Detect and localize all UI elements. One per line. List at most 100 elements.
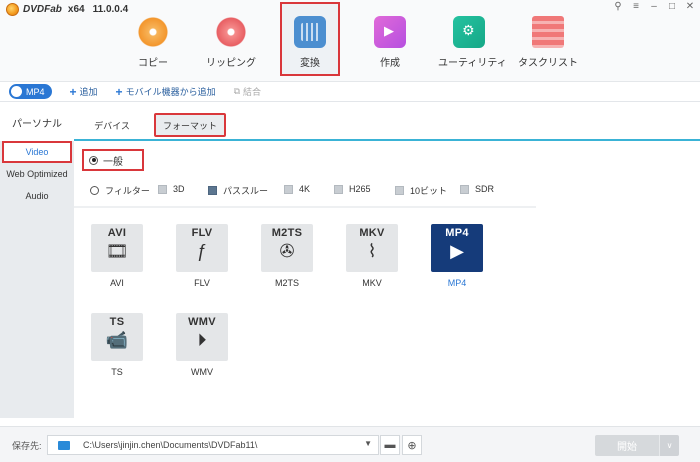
chevron-down-icon: ∨	[666, 441, 673, 450]
tab-device-label: デバイス	[94, 120, 130, 131]
filter-h265-checkbox[interactable]: H265	[334, 184, 371, 194]
add-from-mobile-label: モバイル機器から追加	[125, 87, 216, 97]
format-flv[interactable]: FLV ƒ FLV	[174, 224, 230, 288]
start-options-dropdown[interactable]: ∨	[659, 435, 679, 456]
dvdfab-logo-icon	[6, 3, 19, 16]
add-label: 追加	[79, 87, 98, 97]
format-tag: FLV	[191, 227, 213, 239]
checkbox[interactable]	[208, 186, 217, 195]
sidebar-item-web-optimized[interactable]: Web Optimized	[0, 163, 74, 185]
checkbox[interactable]	[284, 184, 293, 194]
sidebar-item-video[interactable]: Video	[2, 141, 72, 163]
filter-4k-label: 4K	[299, 184, 311, 194]
output-path: C:\Users\jinjin.chen\Documents\DVDFab11\	[83, 440, 258, 450]
add-button[interactable]: + 追加	[70, 85, 98, 99]
format-avi[interactable]: AVI 🎞 AVI	[89, 224, 145, 288]
right-panel	[536, 143, 700, 418]
start-label: 開始	[617, 442, 637, 453]
checkbox[interactable]	[395, 186, 404, 195]
filter-4k-checkbox[interactable]: 4K	[284, 184, 310, 194]
tab-personal[interactable]: パーソナル	[0, 103, 74, 141]
profile-selector[interactable]: MP4	[9, 84, 52, 99]
checkbox[interactable]	[460, 184, 469, 194]
mode-tasklist-button[interactable]: タスクリスト	[517, 8, 579, 78]
merge-icon: ⧉	[233, 86, 241, 96]
filter-label: フィルター	[105, 186, 150, 196]
creator-icon	[374, 16, 406, 48]
mode-converter-button[interactable]: 変換	[280, 2, 340, 76]
mode-copy-button[interactable]: コピー	[122, 8, 184, 78]
film-reel-icon: ✇	[279, 241, 295, 261]
filter-option[interactable]: フィルター	[90, 184, 150, 197]
pin-icon[interactable]: ⚲	[612, 1, 624, 12]
globe-icon: ⊕	[407, 439, 417, 452]
divider	[74, 206, 536, 208]
format-wmv[interactable]: WMV ⏵ WMV	[174, 313, 230, 377]
add-from-mobile-button[interactable]: + モバイル機器から追加	[116, 85, 216, 99]
save-location-web-button[interactable]: ⊕	[402, 435, 422, 455]
format-name: MKV	[362, 278, 382, 288]
checkbox[interactable]	[334, 184, 343, 194]
close-icon[interactable]: ✕	[684, 1, 696, 12]
quality-general-label: 一般	[103, 156, 123, 168]
format-tile: M2TS ✇	[261, 224, 313, 272]
chevron-down-icon[interactable]: ▼	[364, 439, 372, 448]
menu-icon[interactable]: ≡	[630, 1, 642, 12]
format-tile: AVI 🎞	[91, 224, 143, 272]
maximize-icon[interactable]: □	[666, 1, 678, 12]
tab-device[interactable]: デバイス	[88, 113, 136, 137]
mode-creator-button[interactable]: 作成	[359, 8, 421, 78]
radio-filter[interactable]	[90, 186, 99, 195]
window-controls: ⚲ ≡ – □ ✕	[612, 1, 696, 12]
sidebar-item-audio[interactable]: Audio	[0, 185, 74, 207]
play-circle-icon: ⏵	[197, 330, 207, 350]
checkbox[interactable]	[158, 184, 167, 194]
filter-3d-label: 3D	[173, 184, 185, 194]
mode-ripper-button[interactable]: リッピング	[200, 8, 262, 78]
format-m2ts[interactable]: M2TS ✇ M2TS	[259, 224, 315, 288]
film-strip-icon: 🎞	[105, 241, 129, 261]
tab-format[interactable]: フォーマット	[154, 113, 226, 137]
browse-folder-button[interactable]: ▬	[380, 435, 400, 455]
format-name: M2TS	[274, 278, 299, 288]
filter-3d-checkbox[interactable]: 3D	[158, 184, 185, 194]
filter-10bit-checkbox[interactable]: 10ビット	[395, 184, 447, 197]
plus-icon: +	[69, 84, 77, 99]
app-arch: x64	[67, 4, 85, 15]
format-name: FLV	[194, 278, 210, 288]
sidebar-item-label: Audio	[25, 191, 49, 201]
filter-sdr-checkbox[interactable]: SDR	[460, 184, 494, 194]
mode-ripper-label: リッピング	[206, 58, 256, 69]
filter-passthrough-checkbox[interactable]: パススルー	[208, 184, 268, 197]
tab-format-label: フォーマット	[162, 120, 217, 131]
mode-utility-button[interactable]: ユーティリティ	[438, 8, 507, 78]
quality-general-option[interactable]: 一般	[82, 149, 144, 171]
footer-bar: 保存先: C:\Users\jinjin.chen\Documents\DVDF…	[0, 426, 700, 462]
output-path-field[interactable]: C:\Users\jinjin.chen\Documents\DVDFab11\…	[47, 435, 379, 455]
flash-icon: ƒ	[196, 241, 207, 261]
format-tile: MP4 ▶	[431, 224, 483, 272]
merge-button[interactable]: ⧉ 結合	[234, 85, 261, 98]
profile-disc-icon	[11, 86, 22, 97]
radio-general[interactable]	[89, 155, 98, 165]
format-mkv[interactable]: MKV ⌇ MKV	[344, 224, 400, 288]
start-button[interactable]: 開始	[595, 435, 659, 456]
utility-icon	[453, 16, 485, 48]
minimize-icon[interactable]: –	[648, 1, 660, 12]
sidebar-item-label: Web Optimized	[6, 169, 68, 179]
format-ts[interactable]: TS 📹 TS	[89, 313, 145, 377]
mode-utility-label: ユーティリティ	[438, 58, 507, 69]
filter-passthrough-label: パススルー	[223, 186, 269, 196]
format-mp4[interactable]: MP4 ▶ MP4	[429, 224, 485, 288]
mode-tasklist-label: タスクリスト	[518, 58, 578, 69]
format-tag: MP4	[445, 227, 469, 239]
format-name: AVI	[110, 278, 124, 288]
copy-disc-icon	[137, 16, 169, 48]
format-name: MP4	[447, 278, 467, 288]
converter-film-icon	[294, 16, 326, 48]
filter-h265-label: H265	[349, 184, 371, 194]
mode-converter-label: 変換	[300, 58, 320, 69]
plus-icon: +	[115, 84, 123, 99]
app-logo: DVDFab x64 11.0.0.4	[6, 3, 128, 16]
action-bar: MP4 + 追加 + モバイル機器から追加 ⧉ 結合	[0, 82, 700, 102]
